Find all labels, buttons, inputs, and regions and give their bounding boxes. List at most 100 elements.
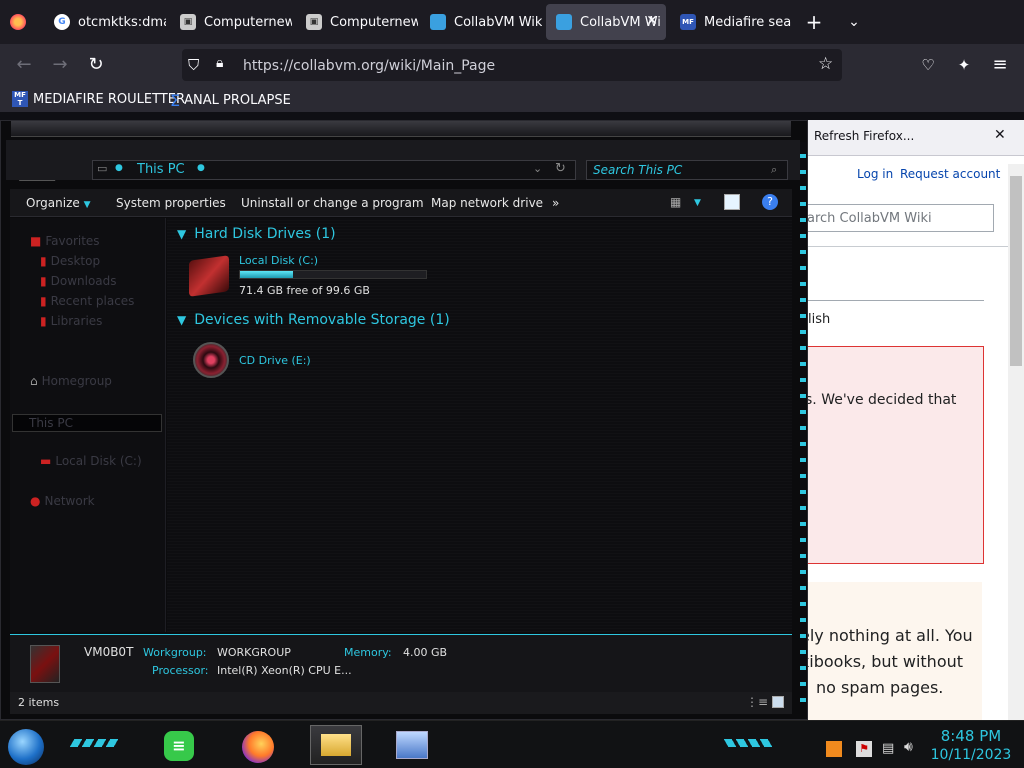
tab-collabvm-wiki[interactable]: CollabVM Wiki: [420, 4, 542, 40]
tab-computernewb-2[interactable]: ▣ Computernewb: [296, 4, 418, 40]
extensions-icon[interactable]: ✦: [952, 53, 976, 77]
reload-button[interactable]: ↻: [84, 53, 108, 77]
list-all-tabs-chevron-icon[interactable]: ⌄: [844, 10, 864, 34]
disk-free-text: 71.4 GB free of 99.6 GB: [239, 284, 370, 297]
tab-otcmkts[interactable]: G otcmktks:dman: [44, 4, 166, 40]
address-bar[interactable]: ▭ ● This PC ● ⌄ ↻: [92, 160, 576, 180]
window-title-bar[interactable]: [11, 121, 791, 137]
request-account-link[interactable]: Request account: [900, 167, 1000, 181]
mediafire-icon: MF: [680, 14, 696, 30]
close-tab-icon[interactable]: ✕: [646, 13, 658, 29]
wiki-search-input[interactable]: arch CollabVM Wiki: [806, 204, 994, 232]
preview-pane-icon[interactable]: [724, 194, 740, 210]
login-link[interactable]: Log in: [857, 167, 893, 181]
shield-icon[interactable]: ⛉: [188, 56, 199, 74]
breadcrumb-dot-icon: ●: [115, 163, 123, 173]
chevron-down-icon: ▼: [83, 200, 91, 210]
nav-network[interactable]: ● Network: [30, 494, 95, 508]
remote-desktop-icon[interactable]: [396, 731, 428, 759]
notes-app-icon[interactable]: ≡: [164, 731, 194, 761]
more-commands-button[interactable]: »: [552, 196, 559, 210]
group-removable-storage[interactable]: ▼ Devices with Removable Storage (1): [177, 312, 450, 328]
network-icon: ●: [30, 494, 41, 508]
clock-time[interactable]: 8:48 PM: [940, 727, 1002, 745]
file-explorer-taskbar-button[interactable]: [310, 725, 362, 765]
tab-label: Mediafire searc: [704, 14, 792, 30]
tab-label: Computernewb: [204, 14, 292, 30]
tiles-view-icon[interactable]: [772, 696, 784, 708]
system-properties-button[interactable]: System properties: [116, 196, 226, 210]
google-icon: G: [54, 14, 70, 30]
scrollbar-thumb[interactable]: [1010, 176, 1022, 366]
chevron-down-icon[interactable]: ⌄: [533, 162, 542, 175]
recent-icon: ▮: [40, 294, 47, 308]
vm-screen[interactable]: Log in Request account arch CollabVM Wik…: [0, 112, 1024, 768]
map-network-drive-button[interactable]: Map network drive: [431, 196, 543, 210]
hard-disk-icon[interactable]: [189, 255, 229, 297]
search-input[interactable]: Search This PC ⌕: [586, 160, 788, 180]
search-icon[interactable]: ⌕: [771, 163, 777, 177]
body-line: kibooks, but without: [806, 652, 964, 671]
downloads-icon: ▮: [40, 274, 47, 288]
details-view-icon[interactable]: ⋮≡: [746, 695, 768, 709]
drive-icon: ▭: [97, 162, 108, 175]
tab-computernewb-1[interactable]: ▣ Computernewb: [170, 4, 292, 40]
forward-button[interactable]: →: [48, 53, 72, 77]
disk-usage-fill: [240, 271, 293, 278]
nav-this-pc-selected[interactable]: This PC: [12, 414, 162, 432]
nav-favorites[interactable]: ■ Favorites: [30, 234, 100, 248]
close-icon[interactable]: ✕: [994, 127, 1006, 143]
clock-date[interactable]: 10/11/2023: [928, 747, 1014, 763]
url-text[interactable]: https://collabvm.org/wiki/Main_Page: [243, 58, 495, 74]
nav-desktop[interactable]: ▮ Desktop: [40, 254, 100, 268]
new-tab-button[interactable]: +: [804, 10, 824, 34]
body-line: no spam pages.: [816, 678, 944, 697]
refresh-icon[interactable]: ↻: [555, 161, 566, 176]
lock-icon[interactable]: 🔒︎: [216, 55, 223, 71]
homegroup-icon: ⌂: [30, 374, 38, 388]
nav-recent-places[interactable]: ▮ Recent places: [40, 294, 134, 308]
tab-label: CollabVM Wiki: [454, 14, 542, 30]
cd-drive-icon[interactable]: [193, 342, 229, 378]
menu-hamburger-icon[interactable]: ≡: [988, 53, 1012, 77]
breadcrumb-this-pc[interactable]: This PC: [137, 162, 185, 177]
nav-local-disk[interactable]: ▬ Local Disk (C:): [40, 454, 142, 468]
cd-drive-label[interactable]: CD Drive (E:): [239, 354, 311, 367]
status-bar: 2 items ⋮≡: [10, 692, 792, 714]
refresh-firefox-button[interactable]: Refresh Firefox...: [814, 129, 914, 143]
start-button[interactable]: [8, 729, 44, 765]
tray-app-icon[interactable]: [826, 741, 842, 757]
pocket-icon[interactable]: ♡: [916, 53, 940, 77]
divider: [806, 300, 984, 301]
nav-homegroup[interactable]: ⌂ Homegroup: [30, 374, 112, 388]
uninstall-program-button[interactable]: Uninstall or change a program: [241, 196, 424, 210]
back-button[interactable]: ←: [12, 53, 36, 77]
content-box: ely nothing at all. You kibooks, but wit…: [806, 582, 982, 720]
nav-libraries[interactable]: ▮ Libraries: [40, 314, 102, 328]
computer-name: VM0B0T: [84, 645, 134, 659]
local-disk-label[interactable]: Local Disk (C:): [239, 254, 318, 267]
chevron-down-icon[interactable]: ▼: [694, 198, 701, 208]
firefox-menu-tab[interactable]: [0, 4, 42, 40]
help-icon[interactable]: ?: [762, 194, 778, 210]
nav-downloads[interactable]: ▮ Downloads: [40, 274, 117, 288]
organize-button[interactable]: Organize ▼: [26, 196, 91, 210]
tab-mediafire-search[interactable]: MF Mediafire searc: [670, 4, 792, 40]
tab-collabvm-wiki-active[interactable]: CollabVM Wi ✕: [546, 4, 666, 40]
desktop-icon: ▮: [40, 254, 47, 268]
view-options-icon[interactable]: ▦: [670, 195, 681, 209]
bookmark-anal-prolapse[interactable]: Σ ANAL PROLAPSE: [170, 91, 291, 110]
libraries-icon: ▮: [40, 314, 47, 328]
scrollbar[interactable]: [1008, 164, 1024, 720]
bookmark-mediafire-rouletter[interactable]: MF T MEDIAFIRE ROULETTER: [12, 91, 185, 107]
group-hard-disk-drives[interactable]: ▼ Hard Disk Drives (1): [177, 226, 336, 242]
firefox-icon[interactable]: [242, 731, 274, 763]
volume-icon[interactable]: 🔊︎: [904, 739, 922, 757]
navigation-pane: ■ Favorites ▮ Desktop ▮ Downloads ▮ Recent p…: [10, 218, 166, 632]
network-icon[interactable]: ▤: [882, 741, 898, 757]
bookmark-star-icon[interactable]: ☆: [818, 54, 833, 74]
action-center-flag-icon[interactable]: ⚑: [856, 741, 872, 757]
command-bar: Organize ▼ System properties Uninstall o…: [10, 189, 792, 217]
memory-label: Memory:: [344, 646, 392, 659]
processor-label: Processor:: [152, 664, 209, 677]
